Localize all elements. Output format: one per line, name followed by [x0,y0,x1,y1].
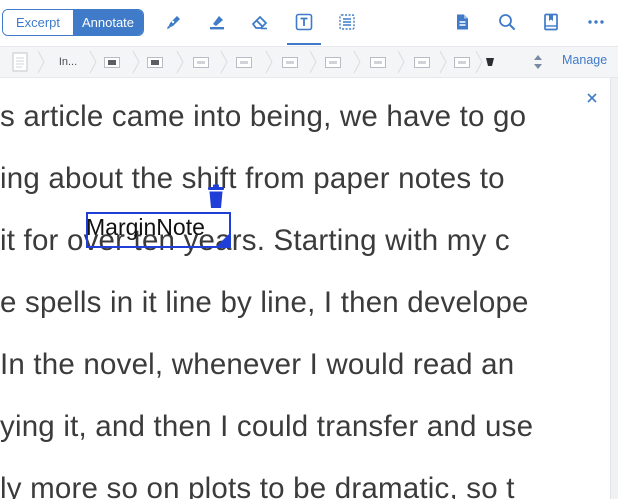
close-icon[interactable] [585,91,599,105]
more-icon [588,20,604,24]
margin-note-text[interactable]: MarginNote [86,214,205,241]
textbox-tool-button[interactable] [290,8,318,36]
manage-button[interactable]: Manage [562,53,607,67]
eraser-tool-button[interactable] [246,8,274,36]
search-button[interactable] [493,8,521,36]
pen-tool-button[interactable] [160,8,188,36]
sort-icon[interactable] [532,53,544,71]
mode-switch: Excerpt Annotate [2,9,144,36]
list-icon [339,14,355,30]
text-line: s article came into being, we have to go [0,100,527,133]
list-tool-button[interactable] [333,8,361,36]
document-button[interactable] [448,8,476,36]
text-line: ly more so on plots to be dramatic, so t [0,472,515,499]
text-line: it for over ten years. Starting with my … [0,224,510,257]
trash-icon[interactable] [205,184,227,210]
text-line: e spells in it line by line, I then deve… [0,286,529,319]
tab-dividers [37,50,483,74]
more-button[interactable] [582,8,610,36]
eraser-icon [252,16,267,30]
highlighter-tool-button[interactable] [203,8,231,36]
annotation-toolbar: Excerpt Annotate [0,0,618,46]
annotate-mode-button[interactable]: Annotate [73,10,143,35]
resize-handle-icon[interactable] [217,234,229,246]
text-line: ing about the shift from paper notes to [0,162,505,195]
text-line: In the novel, whenever I would read an [0,348,515,381]
outline-tab-strip: In... Manage [0,46,618,78]
textbox-icon [295,13,313,31]
vertical-scrollbar[interactable] [610,78,618,499]
text-line: ying it, and then I could transfer and u… [0,410,534,443]
document-page[interactable]: s article came into being, we have to go… [0,78,612,499]
book-icon [544,13,558,31]
search-icon [499,14,515,30]
pen-icon [167,16,180,29]
highlighter-icon [210,16,224,30]
excerpt-mode-button[interactable]: Excerpt [3,10,73,35]
document-icon [457,14,468,30]
book-button[interactable] [537,8,565,36]
active-tool-indicator [287,43,321,45]
